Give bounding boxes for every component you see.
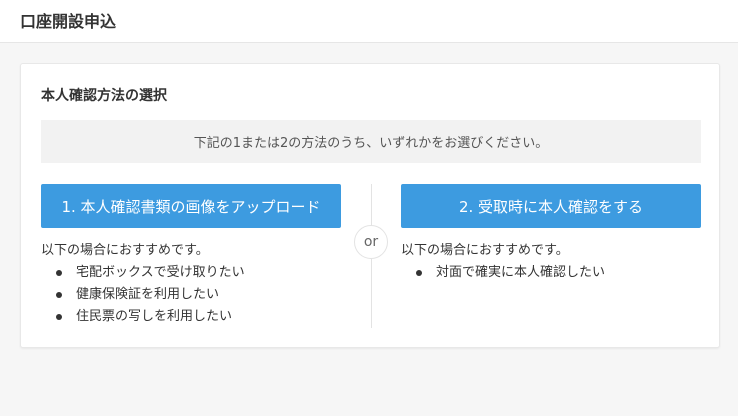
list-item: 住民票の写しを利用したい <box>41 306 341 328</box>
list-item: 宅配ボックスで受け取りたい <box>41 262 341 284</box>
or-label: or <box>363 234 379 250</box>
recommendation-list: 宅配ボックスで受け取りたい 健康保険証を利用したい 住民票の写しを利用したい <box>41 262 341 328</box>
or-separator: or <box>354 225 388 259</box>
app-header: 口座開設申込 <box>0 0 738 43</box>
verification-method-card: 本人確認方法の選択 下記の1または2の方法のうち、いずれかをお選びください。 1… <box>20 63 720 348</box>
option-intro: 以下の場合におすすめです。 <box>41 243 209 258</box>
upload-documents-button[interactable]: 1. 本人確認書類の画像をアップロード <box>41 184 341 228</box>
verify-on-delivery-button[interactable]: 2. 受取時に本人確認をする <box>401 184 701 228</box>
instruction-box: 下記の1または2の方法のうち、いずれかをお選びください。 <box>41 120 701 163</box>
option-intro: 以下の場合におすすめです。 <box>401 243 569 258</box>
page-title: 口座開設申込 <box>20 12 117 31</box>
list-item: 健康保険証を利用したい <box>41 284 341 306</box>
recommendation-list: 対面で確実に本人確認したい <box>401 262 701 284</box>
section-title: 本人確認方法の選択 <box>41 88 167 104</box>
list-item: 対面で確実に本人確認したい <box>401 262 701 284</box>
upload-option-details: 以下の場合におすすめです。 宅配ボックスで受け取りたい 健康保険証を利用したい … <box>41 240 341 328</box>
delivery-option-details: 以下の場合におすすめです。 対面で確実に本人確認したい <box>401 240 701 284</box>
instruction-text: 下記の1または2の方法のうち、いずれかをお選びください。 <box>193 136 549 151</box>
